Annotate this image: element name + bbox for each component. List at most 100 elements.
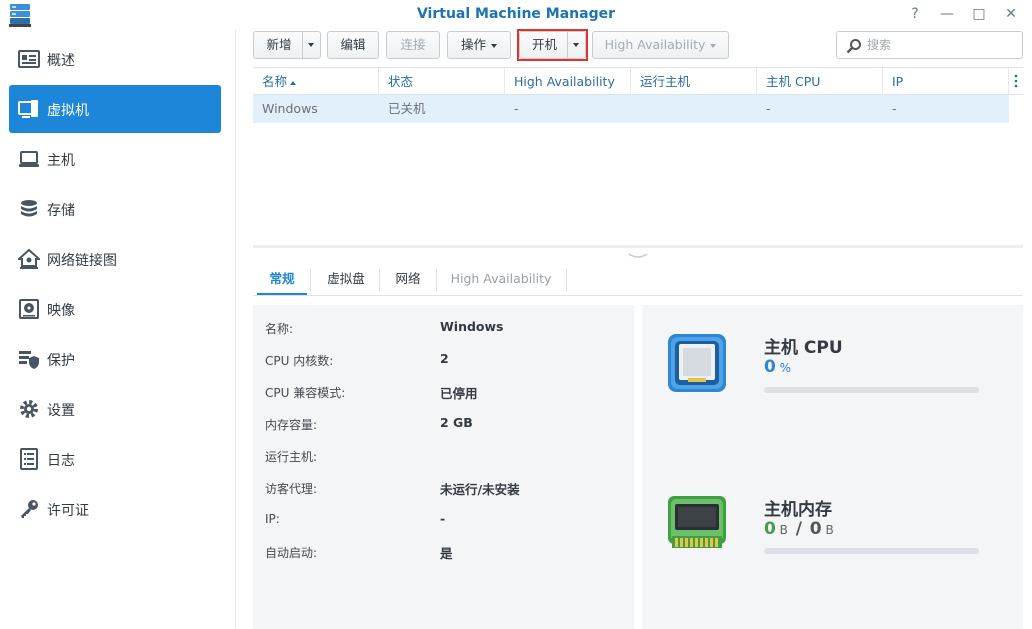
create-button[interactable]: 新增	[253, 31, 321, 59]
cell-ip: -	[892, 101, 897, 116]
info-value: 已停用	[440, 386, 478, 401]
license-key-icon	[21, 500, 38, 518]
sidebar-item-log[interactable]: 日志	[9, 435, 221, 483]
panel-splitter[interactable]	[253, 245, 1023, 248]
chevron-down-icon	[308, 43, 314, 47]
splitter-grip-icon[interactable]	[628, 253, 648, 259]
sidebar-item-label: 设置	[47, 403, 75, 419]
sidebar-item-overview[interactable]: 概述	[9, 35, 221, 83]
sidebar-item-image[interactable]: 映像	[9, 285, 221, 333]
info-label: 运行主机:	[265, 450, 318, 464]
maximize-button[interactable]: □	[968, 4, 990, 24]
action-button[interactable]: 操作	[447, 31, 511, 59]
column-header-name[interactable]: 名称	[253, 68, 379, 95]
close-button[interactable]: ✕	[1000, 4, 1022, 24]
sort-ascending-icon	[290, 80, 297, 85]
host-memory-separator: /	[795, 519, 802, 539]
column-header-running-host[interactable]: 运行主机	[631, 68, 757, 95]
sidebar-item-label: 虚拟机	[47, 103, 89, 119]
tab-separator	[310, 269, 311, 291]
tab-separator	[379, 269, 380, 291]
host-cpu-progress-bar	[764, 387, 979, 393]
host-cpu-unit: %	[779, 361, 792, 375]
sidebar-item-label: 主机	[47, 153, 75, 169]
column-header-label: 主机 CPU	[766, 74, 821, 89]
connect-button[interactable]: 连接	[386, 31, 440, 59]
sidebar-item-label: 存储	[47, 203, 75, 219]
info-label: 自动启动:	[265, 546, 318, 560]
general-info-panel: 名称: Windows CPU 内核数: 2 CPU 兼容模式: 已停用 内存容…	[253, 305, 634, 629]
info-label: CPU 兼容模式:	[265, 386, 346, 400]
search-icon	[846, 39, 861, 54]
tab-separator	[436, 269, 437, 291]
window-title: Virtual Machine Manager	[416, 6, 616, 22]
cell-status: 已关机	[388, 101, 426, 116]
search-input[interactable]	[867, 36, 1017, 54]
host-memory-total-unit: B	[825, 523, 834, 537]
host-memory-used-unit: B	[779, 523, 788, 537]
column-header-label: 状态	[388, 74, 414, 89]
info-value: Windows	[440, 319, 504, 334]
column-header-label: High Availability	[514, 74, 615, 89]
power-on-dropdown-arrow[interactable]	[567, 32, 585, 58]
info-label: CPU 内核数:	[265, 354, 334, 368]
column-header-status[interactable]: 状态	[379, 68, 505, 95]
tab-high-availability[interactable]: High Availability	[440, 265, 562, 295]
column-header-label: 名称	[262, 74, 288, 89]
overview-icon	[18, 50, 40, 68]
sidebar: 概述 虚拟机 主机 存储 网络链接图 映像 保护 设置 日志 许可证	[0, 30, 236, 629]
host-laptop-icon	[19, 151, 39, 167]
column-header-label: 运行主机	[640, 74, 691, 89]
gear-icon	[20, 400, 38, 418]
storage-database-icon	[21, 200, 37, 217]
host-memory-total: 0	[809, 519, 822, 539]
cell-host-cpu: -	[766, 101, 771, 116]
sidebar-item-label: 网络链接图	[47, 253, 117, 269]
sidebar-item-license[interactable]: 许可证	[9, 485, 221, 533]
info-value: 未运行/未安装	[440, 482, 520, 497]
tab-general[interactable]: 常规	[257, 265, 307, 295]
cell-ha: -	[514, 101, 519, 116]
create-button-label: 新增	[266, 37, 292, 52]
column-menu-icon[interactable]	[1013, 74, 1019, 88]
tab-separator	[566, 269, 567, 291]
sidebar-item-virtual-machine[interactable]: 虚拟机	[9, 85, 221, 133]
info-label: 内存容量:	[265, 418, 318, 432]
cell-name: Windows	[262, 101, 318, 116]
host-memory-progress-bar	[764, 548, 979, 554]
table-row[interactable]: Windows 已关机 - - -	[253, 95, 1009, 123]
tab-virtual-disk[interactable]: 虚拟盘	[314, 265, 378, 295]
create-dropdown-arrow[interactable]	[302, 32, 320, 58]
info-label: 访客代理:	[265, 482, 318, 496]
edit-button[interactable]: 编辑	[327, 31, 379, 59]
high-availability-button[interactable]: High Availability	[592, 31, 729, 59]
sidebar-item-label: 保护	[47, 353, 75, 369]
network-house-icon	[18, 248, 40, 269]
power-on-button[interactable]: 开机	[519, 31, 586, 59]
sidebar-item-storage[interactable]: 存储	[9, 185, 221, 233]
host-cpu-value: 0	[764, 357, 776, 377]
search-box[interactable]	[836, 31, 1023, 59]
sidebar-item-settings[interactable]: 设置	[9, 385, 221, 433]
sidebar-item-network[interactable]: 网络链接图	[9, 235, 221, 283]
sidebar-item-protection[interactable]: 保护	[9, 335, 221, 383]
info-value: 是	[440, 546, 453, 561]
action-button-label: 操作	[460, 37, 486, 52]
protection-shield-icon	[19, 351, 39, 369]
host-memory-used: 0	[764, 519, 776, 539]
host-memory-title: 主机内存	[764, 500, 832, 520]
column-header-ha[interactable]: High Availability	[505, 68, 631, 95]
column-header-host-cpu[interactable]: 主机 CPU	[757, 68, 883, 95]
power-on-button-label: 开机	[531, 37, 557, 52]
tab-network[interactable]: 网络	[383, 265, 433, 295]
minimize-button[interactable]: —	[936, 4, 958, 24]
host-memory-usage: 0 B / 0 B	[764, 519, 834, 539]
help-button[interactable]: ?	[904, 4, 926, 24]
disc-image-icon	[19, 299, 39, 319]
column-header-ip[interactable]: IP	[883, 68, 1009, 95]
cell-running-host	[631, 95, 640, 123]
log-list-icon	[20, 448, 38, 470]
high-availability-button-label: High Availability	[604, 37, 706, 52]
sidebar-item-host[interactable]: 主机	[9, 135, 221, 183]
chevron-down-icon	[710, 43, 717, 48]
